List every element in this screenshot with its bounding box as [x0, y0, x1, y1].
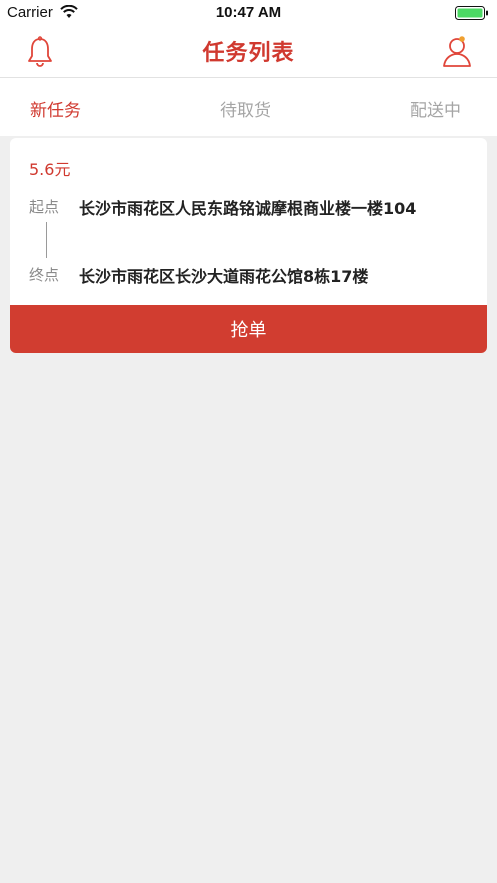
- end-address: 长沙市雨花区长沙大道雨花公馆8栋17楼: [79, 267, 369, 286]
- task-card: 5.6元 起点 长沙市雨花区人民东路铭诚摩根商业楼一楼104 终点 长沙市雨花区…: [10, 138, 487, 353]
- status-bar: Carrier 10:47 AM: [0, 0, 497, 26]
- task-price: 5.6元: [29, 160, 71, 179]
- status-time: 10:47 AM: [215, 4, 282, 21]
- route-connector: [46, 222, 47, 258]
- task-tabs: 新任务 待取货 配送中: [0, 78, 497, 136]
- page-title: 任务列表: [202, 41, 295, 66]
- nav-bar: 任务列表: [0, 26, 497, 78]
- tab-new-tasks[interactable]: 新任务: [30, 96, 81, 121]
- end-label: 终点: [29, 266, 60, 284]
- user-icon[interactable]: [441, 35, 473, 68]
- grab-order-button[interactable]: 抢单: [10, 305, 487, 353]
- start-label: 起点: [29, 198, 60, 216]
- tab-pending-pickup[interactable]: 待取货: [220, 96, 271, 121]
- battery-icon: [455, 6, 488, 20]
- start-address: 长沙市雨花区人民东路铭诚摩根商业楼一楼104: [79, 199, 417, 218]
- tab-delivering[interactable]: 配送中: [410, 96, 461, 121]
